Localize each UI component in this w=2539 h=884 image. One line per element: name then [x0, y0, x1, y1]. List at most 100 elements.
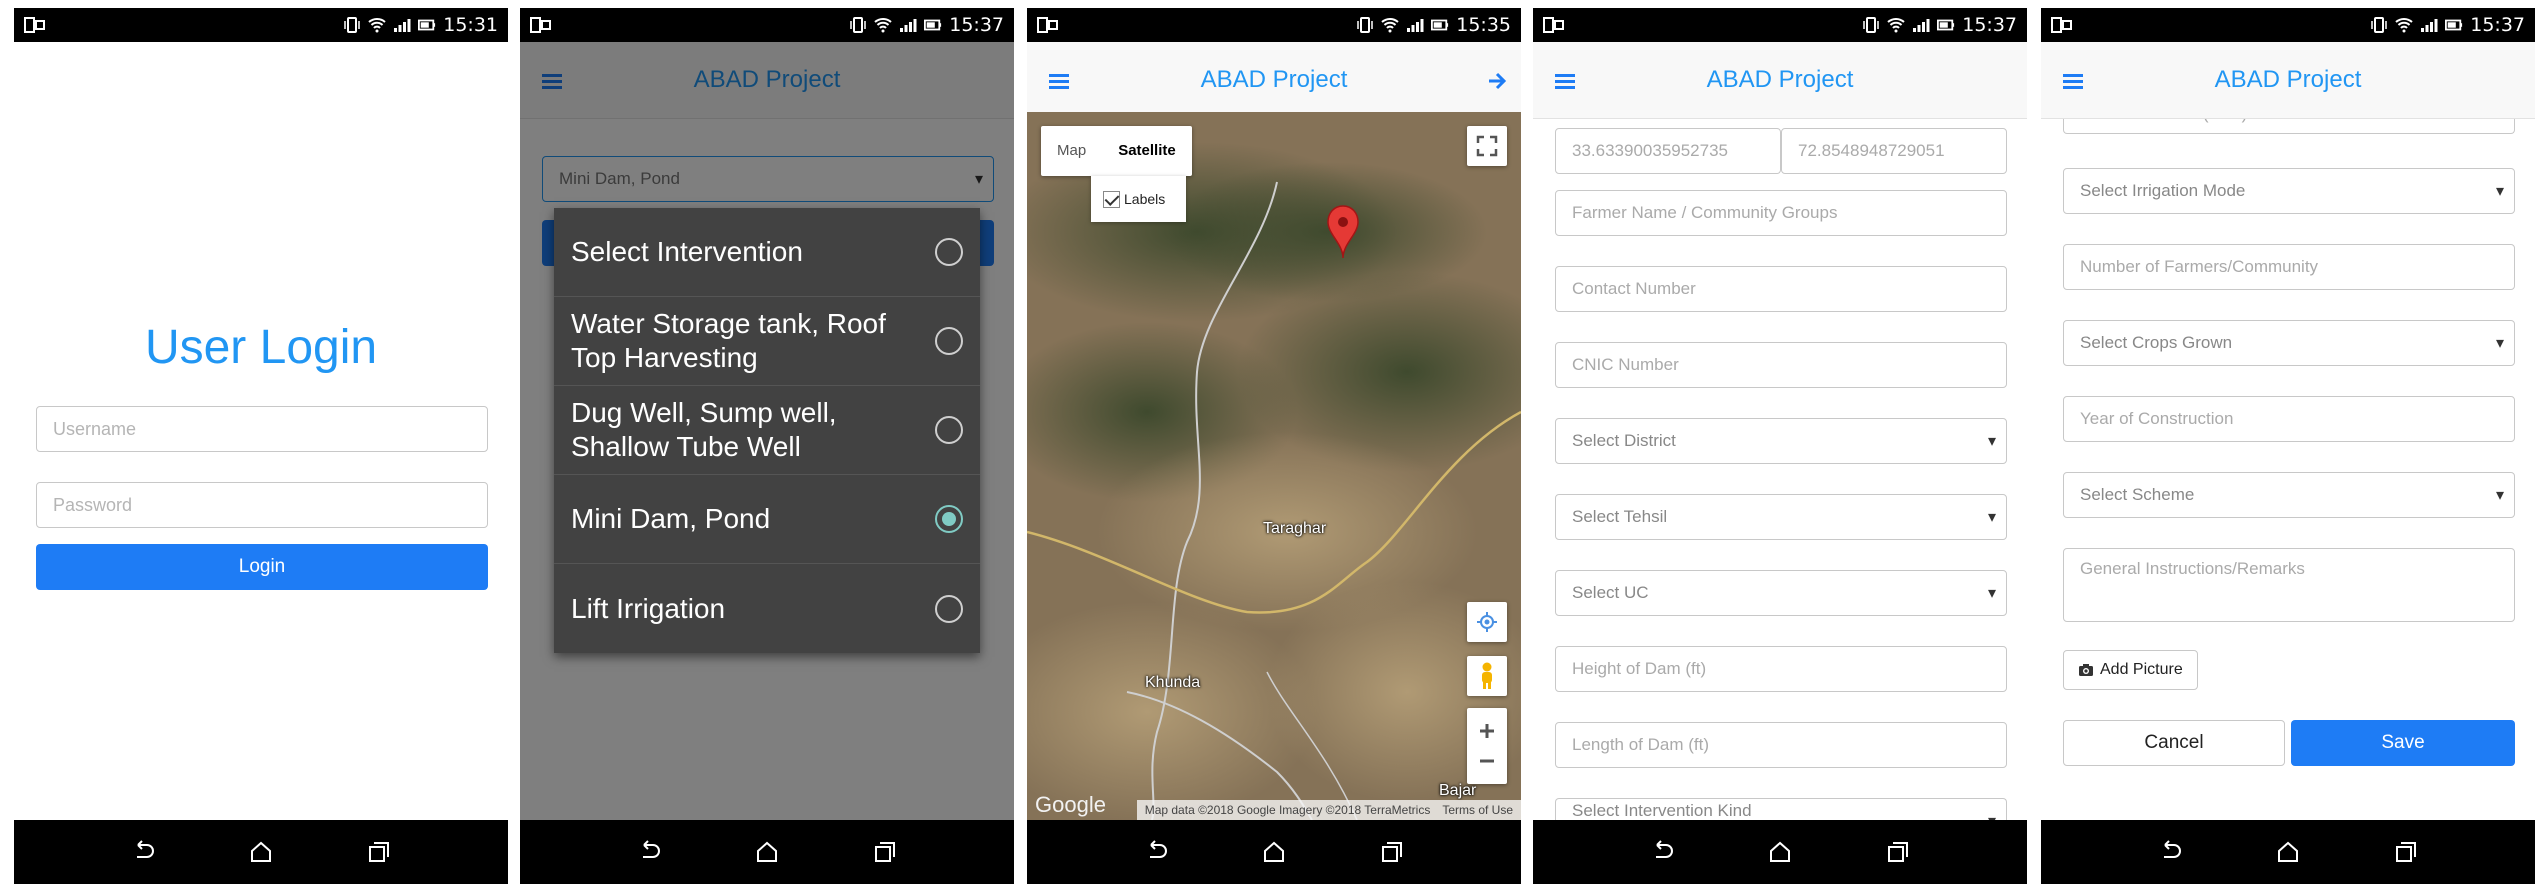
satellite-tab[interactable]: Satellite — [1102, 126, 1192, 176]
number-of-farmers-input[interactable]: Number of Farmers/Community — [2063, 244, 2515, 290]
option-label: Select Intervention — [571, 236, 803, 267]
attribution-text: Map data ©2018 Google Imagery ©2018 Terr… — [1144, 803, 1431, 817]
phone-form-screen-2: 15:37 Command Area (acre) ABAD Project S… — [2041, 8, 2535, 884]
terms-of-use-link[interactable]: Terms of Use — [1442, 803, 1513, 817]
map-marker-icon[interactable] — [1325, 204, 1361, 260]
radio-button[interactable] — [935, 594, 963, 623]
labels-checkbox[interactable] — [1103, 190, 1120, 208]
longitude-field[interactable]: 72.8548948729051 — [1781, 128, 2007, 174]
my-location-button[interactable] — [1467, 602, 1507, 642]
option-mini-dam-pond[interactable]: Mini Dam, Pond — [554, 475, 980, 564]
back-icon[interactable] — [1649, 839, 1675, 865]
login-button[interactable]: Login — [36, 544, 488, 590]
home-icon[interactable] — [754, 839, 780, 865]
radio-button[interactable] — [935, 416, 963, 444]
place-label-taraghar: Taraghar — [1263, 520, 1327, 537]
app-title: ABAD Project — [1706, 66, 1854, 93]
back-icon[interactable] — [1143, 839, 1169, 865]
app-bar: ABAD Project — [1533, 42, 2027, 119]
option-label: Lift Irrigation — [571, 592, 726, 624]
zoom-in-icon[interactable] — [1476, 716, 1498, 746]
app-title: ABAD Project — [1200, 66, 1348, 93]
phone-intervention-picker: 15:37 ABAD Project Mini Dam, Pond Select… — [520, 8, 1014, 884]
wifi-icon — [1381, 18, 1399, 33]
password-input[interactable] — [36, 482, 488, 528]
recents-icon[interactable] — [872, 839, 898, 865]
option-select-intervention[interactable]: Select Intervention — [554, 208, 980, 297]
irrigation-mode-select[interactable]: Select Irrigation Mode — [2063, 168, 2515, 214]
map-attribution: Map data ©2018 Google Imagery ©2018 Terr… — [1136, 800, 1521, 820]
home-icon[interactable] — [248, 839, 274, 865]
wifi-icon — [2395, 18, 2413, 33]
intervention-kind-select[interactable]: Select Intervention Kind — [1555, 798, 2007, 820]
labels-toggle[interactable]: Labels — [1091, 176, 1186, 222]
home-icon[interactable] — [1767, 839, 1793, 865]
status-bar: 15:37 — [520, 8, 1014, 42]
street-view-button[interactable] — [1467, 656, 1507, 696]
dam-length-input[interactable]: Length of Dam (ft) — [1555, 722, 2007, 768]
latitude-field[interactable]: 33.63390035952735 — [1555, 128, 1781, 174]
recents-icon[interactable] — [366, 839, 392, 865]
cnic-number-input[interactable]: CNIC Number — [1555, 342, 2007, 388]
wifi-icon — [874, 18, 892, 33]
radio-button-selected[interactable] — [935, 505, 963, 533]
recents-icon[interactable] — [1885, 839, 1911, 865]
hamburger-menu-icon[interactable] — [1555, 73, 1575, 89]
login-title: User Login — [144, 321, 378, 374]
recents-icon[interactable] — [1379, 839, 1405, 865]
year-of-construction-input[interactable]: Year of Construction — [2063, 396, 2515, 442]
home-icon[interactable] — [2275, 839, 2301, 865]
radio-button[interactable] — [935, 238, 963, 266]
fullscreen-icon — [1476, 135, 1498, 157]
tehsil-select[interactable]: Select Tehsil — [1555, 494, 2007, 540]
recents-icon[interactable] — [2393, 839, 2419, 865]
option-label: Mini Dam, Pond — [571, 503, 771, 534]
pegman-icon — [1482, 662, 1492, 689]
dam-height-input[interactable]: Height of Dam (ft) — [1555, 646, 2007, 692]
back-icon[interactable] — [636, 839, 662, 865]
remarks-textarea[interactable]: General Instructions/Remarks — [2063, 548, 2515, 622]
vibrate-icon — [2371, 17, 2387, 33]
farmer-name-input[interactable]: Farmer Name / Community Groups — [1555, 190, 2007, 236]
home-icon[interactable] — [1261, 839, 1287, 865]
radio-button[interactable] — [935, 327, 963, 355]
google-logo: Google — [1035, 792, 1106, 817]
satellite-map[interactable]: Map Satellite Labels Taraghar Khunda Baj… — [1027, 112, 1521, 820]
zoom-out-icon[interactable] — [1476, 746, 1498, 776]
status-time: 15:37 — [2470, 14, 2525, 36]
zoom-controls — [1467, 708, 1507, 784]
fullscreen-button[interactable] — [1467, 126, 1507, 166]
vibrate-icon — [1863, 17, 1879, 33]
device-icon — [1543, 17, 1564, 33]
uc-select[interactable]: Select UC — [1555, 570, 2007, 616]
back-icon[interactable] — [130, 839, 156, 865]
camera-icon — [2079, 664, 2093, 676]
option-water-storage-tank[interactable]: Water Storage tank, Roof Top Harvesting — [554, 297, 980, 386]
map-tab[interactable]: Map — [1041, 126, 1102, 176]
phone-map-screen: 15:35 ABAD Project Map Satellite Labels … — [1027, 8, 1521, 884]
status-time: 15:31 — [443, 14, 498, 36]
arrow-right-icon[interactable] — [1487, 71, 1507, 91]
username-input[interactable] — [36, 406, 488, 452]
option-dug-well[interactable]: Dug Well, Sump well, Shallow Tube Well — [554, 386, 980, 475]
hamburger-menu-icon[interactable] — [1049, 73, 1069, 89]
map-type-toggle: Map Satellite — [1041, 126, 1192, 176]
nav-bar — [1533, 820, 2027, 884]
option-lift-irrigation[interactable]: Lift Irrigation — [554, 564, 980, 653]
status-bar: 15:37 — [2041, 8, 2535, 42]
scheme-select[interactable]: Select Scheme — [2063, 472, 2515, 518]
status-bar: 15:37 — [1533, 8, 2027, 42]
signal-icon — [1913, 19, 1930, 32]
hamburger-menu-icon[interactable] — [2063, 73, 2083, 89]
district-select[interactable]: Select District — [1555, 418, 2007, 464]
save-button[interactable]: Save — [2291, 720, 2515, 766]
contact-number-input[interactable]: Contact Number — [1555, 266, 2007, 312]
cancel-button[interactable]: Cancel — [2063, 720, 2285, 766]
add-picture-button[interactable]: Add Picture — [2063, 650, 2198, 690]
app-title: ABAD Project — [2214, 66, 2362, 93]
nav-bar — [14, 820, 508, 884]
place-label-khunda: Khunda — [1145, 674, 1201, 691]
crops-grown-select[interactable]: Select Crops Grown — [2063, 320, 2515, 366]
nav-bar — [2041, 820, 2535, 884]
back-icon[interactable] — [2157, 839, 2183, 865]
